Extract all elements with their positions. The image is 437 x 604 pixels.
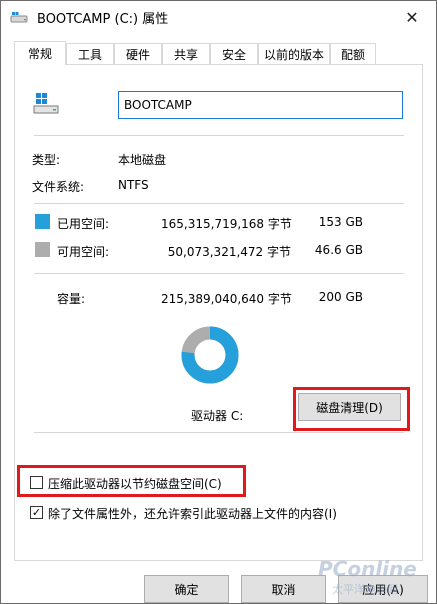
index-label[interactable]: 除了文件属性外，还允许索引此驱动器上文件的内容(I) [48, 505, 337, 522]
close-button[interactable]: ✕ [396, 3, 428, 31]
free-space-gb: 46.6 GB [314, 243, 363, 257]
tab-sharing[interactable]: 共享 [162, 43, 210, 64]
title-bar[interactable]: BOOTCAMP (C:) 属性 ✕ [1, 1, 436, 33]
capacity-gb: 200 GB [318, 290, 363, 304]
free-space-label: 可用空间: [57, 245, 110, 259]
capacity-label: 容量: [57, 292, 86, 306]
drive-large-icon [33, 93, 59, 114]
filesystem-value: NTFS [118, 178, 149, 192]
watermark-logo: PConline 太平洋电脑网 [306, 553, 436, 604]
drive-icon [10, 12, 28, 23]
tab-general[interactable]: 常规 [14, 41, 66, 65]
filesystem-label: 文件系统: [32, 180, 85, 194]
divider [34, 135, 404, 136]
used-space-gb: 153 GB [318, 215, 363, 229]
watermark-subtitle: 太平洋电脑网 [332, 583, 398, 596]
ok-button[interactable]: 确定 [144, 575, 229, 603]
tab-security[interactable]: 安全 [210, 43, 258, 64]
index-checkbox[interactable]: ✓ [30, 506, 43, 519]
drive-name-input[interactable] [118, 91, 403, 119]
close-icon: ✕ [405, 7, 419, 27]
divider [34, 432, 404, 433]
type-label: 类型: [32, 153, 61, 167]
capacity-bytes: 215,389,040,640 字节 [161, 292, 292, 306]
window-title: BOOTCAMP (C:) 属性 [37, 12, 169, 27]
highlight-box [293, 387, 410, 431]
highlight-box [17, 465, 246, 497]
usage-donut-chart [181, 326, 239, 384]
type-value: 本地磁盘 [118, 153, 167, 167]
tab-previous-versions[interactable]: 以前的版本 [258, 43, 330, 64]
properties-window: BOOTCAMP (C:) 属性 ✕ 常规 工具 硬件 共享 安全 以前的版本 … [0, 0, 437, 604]
tab-hardware[interactable]: 硬件 [114, 43, 162, 64]
tab-tools[interactable]: 工具 [66, 43, 114, 64]
watermark-brand: PConline [318, 557, 417, 581]
drive-letter-label: 驱动器 C: [191, 409, 244, 423]
used-space-bytes: 165,315,719,168 字节 [161, 217, 292, 231]
tab-strip: 常规 工具 硬件 共享 安全 以前的版本 配额 [14, 41, 424, 65]
divider [34, 203, 404, 204]
free-space-bytes: 50,073,321,472 字节 [167, 245, 291, 259]
free-space-swatch [35, 242, 50, 257]
used-space-swatch [35, 214, 50, 229]
used-space-label: 已用空间: [57, 217, 110, 231]
divider [34, 273, 404, 274]
tab-quota[interactable]: 配额 [330, 43, 376, 64]
